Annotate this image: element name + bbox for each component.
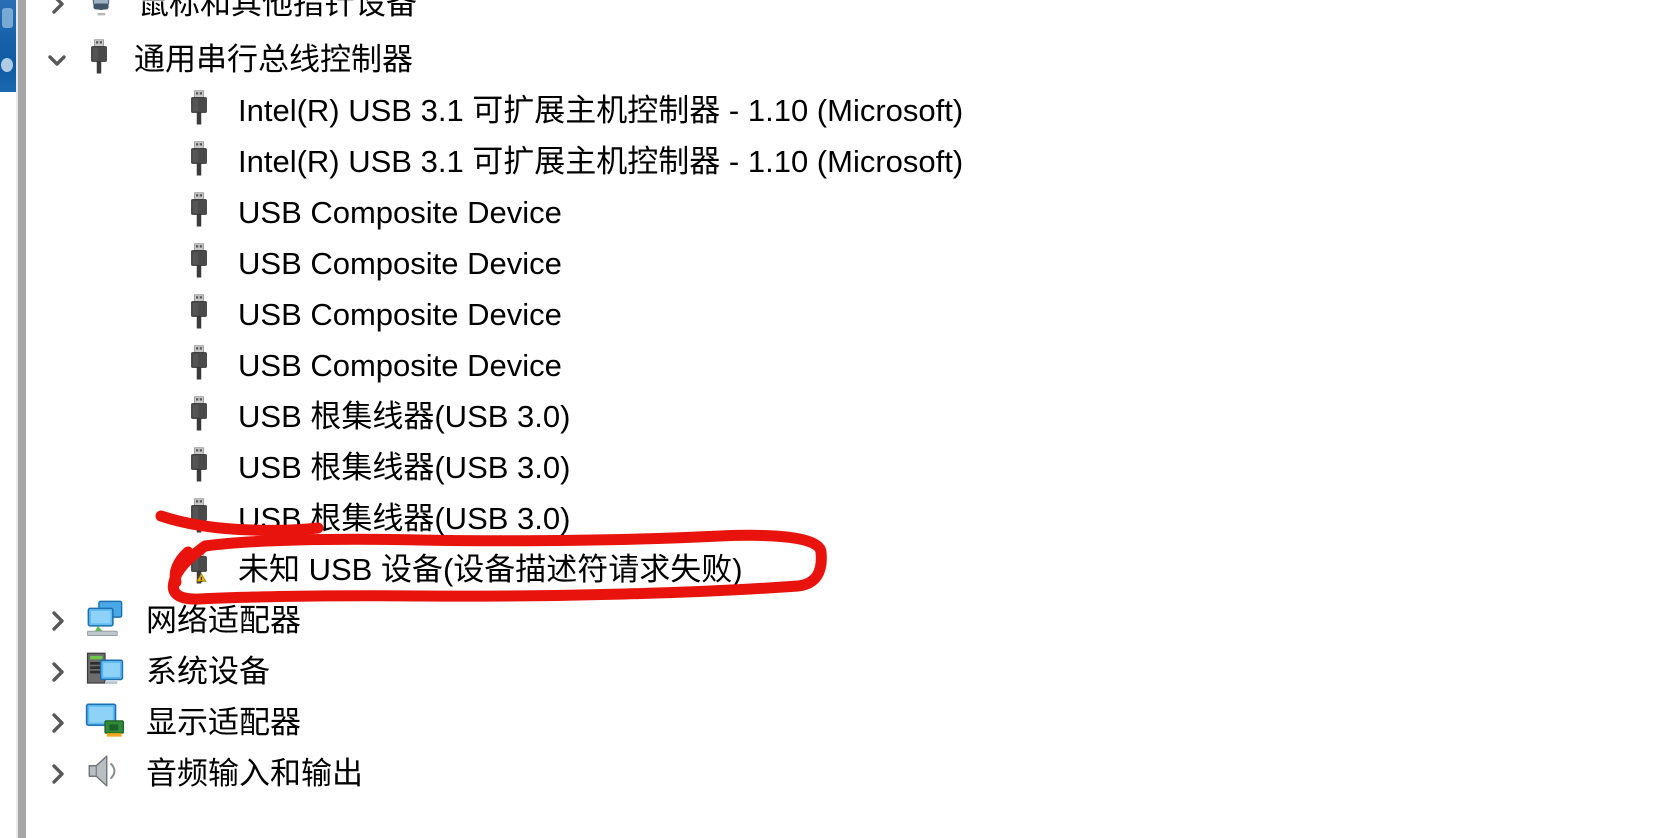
usb-icon bbox=[184, 293, 214, 336]
tree-row[interactable]: USB Composite Device bbox=[34, 187, 562, 238]
tree-row[interactable]: 未知 USB 设备(设备描述符请求失败) bbox=[34, 544, 743, 595]
tree-row-label: USB Composite Device bbox=[238, 348, 562, 383]
usb-icon bbox=[184, 89, 214, 132]
tree-row[interactable]: 音频输入和输出 bbox=[34, 748, 363, 799]
chevron-right-icon[interactable] bbox=[34, 0, 78, 29]
chevron-right-icon[interactable] bbox=[34, 646, 78, 697]
tree-row-label: Intel(R) USB 3.1 可扩展主机控制器 - 1.10 (Micros… bbox=[238, 144, 964, 179]
mouse-icon bbox=[84, 0, 118, 28]
usb-icon bbox=[184, 497, 214, 540]
tree-row-label: USB Composite Device bbox=[238, 246, 562, 281]
usb-icon bbox=[184, 344, 214, 387]
device-manager-screen: 鼠标和其他指针设备通用串行总线控制器 Intel(R) USB 3.1 可扩展主机… bbox=[0, 0, 1660, 838]
tree-row[interactable]: Intel(R) USB 3.1 可扩展主机控制器 - 1.10 (Micros… bbox=[34, 136, 963, 187]
tree-row-label: USB Composite Device bbox=[238, 297, 562, 332]
tree-row[interactable]: 显示适配器 bbox=[34, 697, 301, 748]
tree-row-label: 网络适配器 bbox=[146, 603, 301, 638]
chevron-right-icon[interactable] bbox=[34, 595, 78, 646]
tree-row-label: 显示适配器 bbox=[146, 705, 301, 740]
usb-icon bbox=[184, 395, 214, 438]
network-adapter-icon bbox=[84, 597, 126, 644]
tree-row-label: USB Composite Device bbox=[238, 195, 562, 230]
tree-row[interactable]: USB Composite Device bbox=[34, 289, 562, 340]
tree-row-label: USB 根集线器(USB 3.0) bbox=[238, 450, 571, 485]
tree-row[interactable]: Intel(R) USB 3.1 可扩展主机控制器 - 1.10 (Micros… bbox=[34, 85, 963, 136]
tree-row[interactable]: USB Composite Device bbox=[34, 238, 562, 289]
tree-row[interactable]: USB 根集线器(USB 3.0) bbox=[34, 493, 570, 544]
chevron-right-icon[interactable] bbox=[34, 748, 78, 799]
tree-row[interactable]: 网络适配器 bbox=[34, 595, 301, 646]
audio-io-icon bbox=[84, 750, 126, 797]
display-adapter-icon bbox=[84, 699, 126, 746]
tree-row[interactable]: USB 根集线器(USB 3.0) bbox=[34, 391, 570, 442]
usb-warning-icon bbox=[184, 548, 214, 591]
chevron-right-icon[interactable] bbox=[34, 697, 78, 748]
usb-icon bbox=[184, 446, 214, 489]
tree-row-label: 通用串行总线控制器 bbox=[134, 42, 413, 77]
tree-row-label: USB 根集线器(USB 3.0) bbox=[238, 501, 571, 536]
tree-row-label: USB 根集线器(USB 3.0) bbox=[238, 399, 571, 434]
scrollbar-thumb[interactable] bbox=[18, 0, 26, 838]
tree-row[interactable]: 鼠标和其他指针设备 bbox=[34, 0, 417, 29]
tree-gutter bbox=[26, 0, 34, 838]
usb-icon bbox=[184, 140, 214, 183]
window-left-edge bbox=[0, 0, 34, 838]
system-device-icon bbox=[84, 648, 126, 695]
tree-row[interactable]: 系统设备 bbox=[34, 646, 270, 697]
tree-row[interactable]: 通用串行总线控制器 bbox=[34, 34, 413, 85]
tree-row[interactable]: USB 根集线器(USB 3.0) bbox=[34, 442, 570, 493]
tree-row-label: Intel(R) USB 3.1 可扩展主机控制器 - 1.10 (Micros… bbox=[238, 93, 964, 128]
tree-row-label: 未知 USB 设备(设备描述符请求失败) bbox=[238, 552, 743, 587]
device-tree[interactable]: 鼠标和其他指针设备通用串行总线控制器 Intel(R) USB 3.1 可扩展主机… bbox=[34, 0, 1660, 838]
usb-icon bbox=[184, 242, 214, 285]
usb-icon bbox=[184, 191, 214, 234]
tree-row-label: 鼠标和其他指针设备 bbox=[138, 0, 417, 21]
usb-icon bbox=[84, 38, 114, 81]
tree-row-label: 音频输入和输出 bbox=[146, 756, 363, 791]
tree-row-label: 系统设备 bbox=[146, 654, 270, 689]
window-chrome-fragment bbox=[0, 0, 16, 92]
chevron-down-icon[interactable] bbox=[34, 34, 78, 85]
tree-row[interactable]: USB Composite Device bbox=[34, 340, 562, 391]
